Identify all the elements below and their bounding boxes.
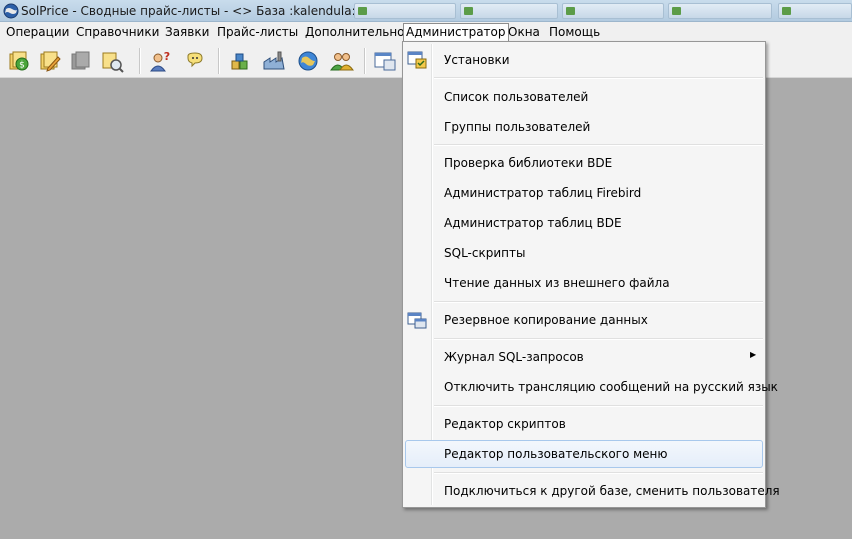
menu-item-user-menu-editor[interactable]: Редактор пользовательского меню (405, 440, 763, 468)
menu-item-firebird-admin[interactable]: Администратор таблиц Firebird (405, 182, 763, 204)
pricelist-money-icon[interactable]: $ (7, 49, 31, 73)
window-settings-icon[interactable] (373, 49, 397, 73)
menu-references[interactable]: Справочники (74, 23, 161, 41)
menu-item-label: Администратор таблиц Firebird (444, 186, 642, 200)
menu-separator (434, 338, 763, 340)
menu-item-label: Администратор таблиц BDE (444, 216, 622, 230)
taskbar-thumb[interactable] (562, 3, 664, 19)
menu-item-label: Чтение данных из внешнего файла (444, 276, 670, 290)
menu-item-label: Проверка библиотеки BDE (444, 156, 613, 170)
user-help-icon[interactable]: ? (149, 49, 173, 73)
menu-item-label: SQL-скрипты (444, 246, 526, 260)
menu-item-switch-db[interactable]: Подключиться к другой базе, сменить поль… (405, 480, 780, 502)
menu-item-groups[interactable]: Группы пользователей (405, 116, 763, 138)
menu-item-label: Отключить трансляцию сообщений на русски… (444, 380, 778, 394)
menu-item-sql-scripts[interactable]: SQL-скрипты (405, 242, 763, 264)
menu-item-bde-check[interactable]: Проверка библиотеки BDE (405, 152, 763, 174)
menu-item-backup[interactable]: Резервное копирование данных (405, 309, 763, 331)
menu-item-label: Редактор пользовательского меню (444, 447, 668, 461)
backup-window-icon (407, 312, 427, 329)
menu-item-sql-log[interactable]: Журнал SQL-запросов ▶ (405, 346, 763, 368)
menu-item-label: Установки (444, 53, 510, 67)
settings-window-icon (407, 51, 427, 69)
edit-document-icon[interactable] (38, 49, 62, 73)
menu-separator (434, 472, 763, 474)
menu-additional[interactable]: Дополнительно (303, 23, 407, 41)
menu-item-label: Резервное копирование данных (444, 313, 648, 327)
taskbar-thumb[interactable] (460, 3, 558, 19)
menu-bar: Операции Справочники Заявки Прайс-листы … (0, 22, 852, 42)
menu-item-bde-admin[interactable]: Администратор таблиц BDE (405, 212, 763, 234)
globe-icon[interactable] (296, 49, 320, 73)
svg-text:?: ? (164, 50, 170, 63)
menu-item-label: Группы пользователей (444, 120, 591, 134)
warehouse-icon[interactable] (229, 49, 253, 73)
menu-separator (434, 405, 763, 407)
toolbar-separator (364, 48, 366, 74)
menu-item-label: Редактор скриптов (444, 417, 566, 431)
menu-separator (434, 77, 763, 79)
menu-item-label: Подключиться к другой базе, сменить поль… (444, 484, 780, 498)
menu-windows[interactable]: Окна (506, 23, 542, 41)
taskbar-thumb[interactable] (668, 3, 772, 19)
disabled-documents-icon[interactable] (69, 49, 93, 73)
window-title: SolPrice - Сводные прайс-листы - <> База… (21, 4, 356, 18)
menu-help[interactable]: Помощь (547, 23, 602, 41)
toolbar-separator (139, 48, 141, 74)
menu-separator (434, 144, 763, 146)
administrator-dropdown: Установки Список пользователей Группы по… (402, 41, 780, 508)
menu-separator (434, 301, 763, 303)
submenu-arrow-icon: ▶ (750, 350, 757, 359)
svg-text:$: $ (19, 61, 25, 71)
factory-icon[interactable] (262, 49, 286, 73)
menu-item-label: Журнал SQL-запросов (444, 350, 584, 364)
users-icon[interactable] (330, 49, 354, 73)
chat-icon[interactable] (183, 49, 207, 73)
app-globe-icon (3, 3, 19, 19)
menu-administrator[interactable]: Администратор (403, 23, 509, 41)
menu-item-read-external[interactable]: Чтение данных из внешнего файла (405, 272, 763, 294)
menu-operations[interactable]: Операции (4, 23, 71, 41)
document-search-icon[interactable] (100, 49, 124, 73)
title-bar: SolPrice - Сводные прайс-листы - <> База… (0, 0, 852, 22)
menu-item-disable-translation[interactable]: Отключить трансляцию сообщений на русски… (405, 376, 778, 398)
toolbar-separator (218, 48, 220, 74)
menu-item-script-editor[interactable]: Редактор скриптов (405, 413, 763, 435)
menu-item-users[interactable]: Список пользователей (405, 86, 763, 108)
taskbar-thumb[interactable] (354, 3, 456, 19)
menu-item-label: Список пользователей (444, 90, 589, 104)
menu-price-lists[interactable]: Прайс-листы (215, 23, 300, 41)
menu-orders[interactable]: Заявки (163, 23, 211, 41)
taskbar-thumb[interactable] (778, 3, 852, 19)
menu-item-settings[interactable]: Установки (405, 49, 763, 71)
